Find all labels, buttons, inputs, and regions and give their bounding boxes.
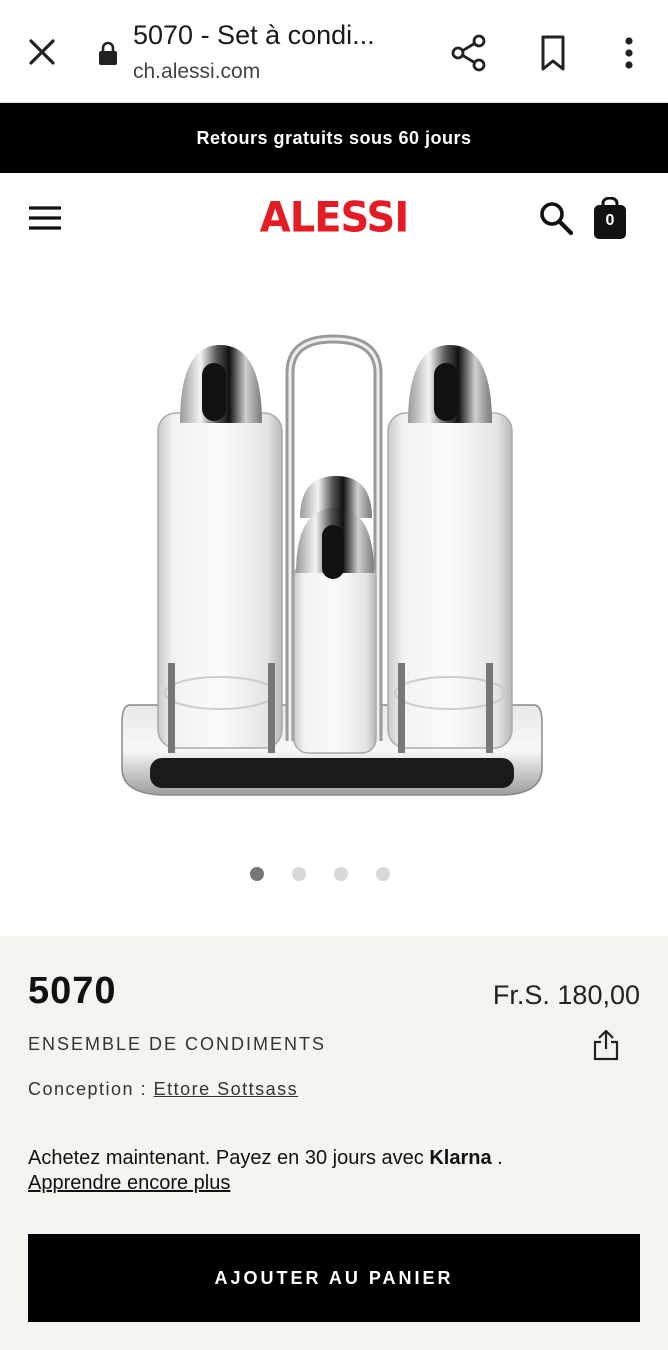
cart-count: 0 — [605, 212, 615, 229]
browser-toolbar: 5070 - Set à condi... ch.alessi.com — [0, 0, 668, 103]
more-options-icon[interactable] — [615, 34, 643, 72]
product-info-panel: 5070 Fr.S. 180,00 ENSEMBLE DE CONDIMENTS… — [0, 936, 668, 1350]
product-subtitle: ENSEMBLE DE CONDIMENTS — [28, 1034, 327, 1054]
lock-icon — [99, 41, 117, 65]
share-icon[interactable] — [450, 33, 488, 73]
bookmark-icon[interactable] — [536, 34, 570, 72]
add-to-cart-button[interactable]: AJOUTER AU PANIER — [28, 1234, 640, 1322]
product-image[interactable] — [0, 263, 668, 843]
gallery-dot[interactable] — [250, 867, 264, 881]
url-text[interactable]: ch.alessi.com — [133, 60, 260, 84]
gallery-dot[interactable] — [334, 867, 348, 881]
promo-text: Retours gratuits sous 60 jours — [196, 127, 472, 148]
cart-button[interactable]: 0 — [592, 197, 628, 241]
design-label: Conception : — [28, 1079, 148, 1099]
klarna-text-end: . — [491, 1147, 503, 1169]
site-header: ALESSI 0 — [0, 173, 668, 263]
promo-banner: Retours gratuits sous 60 jours — [0, 103, 668, 173]
share-export-icon[interactable] — [591, 1028, 621, 1062]
tab-title: 5070 - Set à condi... — [133, 20, 375, 50]
klarna-brand: Klarna — [429, 1147, 492, 1169]
close-icon[interactable] — [24, 34, 60, 70]
product-name: 5070 — [28, 970, 117, 1012]
condiment-set-image — [121, 334, 543, 796]
designer-link[interactable]: Ettore Sottsass — [154, 1079, 299, 1099]
gallery-dot[interactable] — [376, 867, 390, 881]
gallery-pagination — [250, 867, 390, 881]
klarna-learn-more-link[interactable]: Apprendre encore plus — [28, 1172, 230, 1194]
klarna-text: Achetez maintenant. Payez en 30 jours av… — [28, 1147, 430, 1169]
designer-line: Conception : Ettore Sottsass — [28, 1079, 298, 1100]
search-icon[interactable] — [538, 200, 574, 236]
product-price: Fr.S. 180,00 — [492, 980, 640, 1010]
klarna-info: Achetez maintenant. Payez en 30 jours av… — [28, 1146, 503, 1196]
gallery-dot[interactable] — [292, 867, 306, 881]
